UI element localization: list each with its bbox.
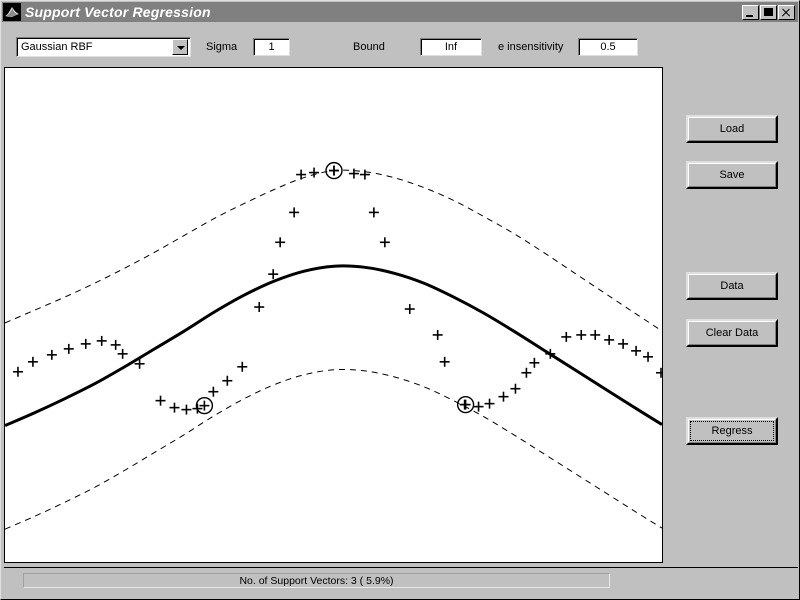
data-point-marker <box>631 345 642 356</box>
data-point-marker <box>117 348 128 359</box>
data-point-marker <box>604 334 615 345</box>
data-point-marker <box>237 361 248 372</box>
sigma-label: Sigma <box>206 41 238 53</box>
data-point-marker <box>254 302 265 313</box>
data-point-marker <box>46 349 57 360</box>
window-title: Support Vector Regression <box>25 4 211 20</box>
data-point-marker <box>27 356 38 367</box>
chevron-down-icon[interactable] <box>172 39 188 55</box>
maximize-button[interactable] <box>760 4 777 20</box>
data-button[interactable]: Data <box>686 272 778 300</box>
data-point-marker <box>656 367 662 378</box>
save-button[interactable]: Save <box>686 161 778 189</box>
data-point-marker <box>439 356 450 367</box>
data-point-marker <box>498 391 509 402</box>
data-point-marker <box>275 237 286 248</box>
bound-input[interactable]: Inf <box>420 38 482 56</box>
data-point-marker <box>404 304 415 315</box>
data-point-marker <box>484 398 495 409</box>
data-point-marker <box>296 169 307 180</box>
kernel-select[interactable]: Gaussian RBF <box>16 37 191 57</box>
data-point-marker <box>268 269 279 280</box>
matlab-membrane-icon <box>3 3 21 21</box>
data-point-marker <box>289 207 300 218</box>
sigma-input[interactable]: 1 <box>253 38 290 56</box>
load-button-label: Load <box>719 123 745 135</box>
regress-button[interactable]: Regress <box>686 417 778 445</box>
data-point-marker <box>155 395 166 406</box>
data-point-marker <box>561 331 572 342</box>
data-point-marker <box>359 169 370 180</box>
data-point-marker <box>618 338 629 349</box>
data-point-marker <box>309 167 320 178</box>
series-upper-epsilon-tube <box>5 169 662 332</box>
plot-canvas <box>5 161 662 530</box>
regress-button-label: Regress <box>711 425 753 437</box>
support-vector-marker <box>325 161 343 180</box>
clear-data-button[interactable]: Clear Data <box>686 319 778 347</box>
bound-label: Bound <box>353 41 385 53</box>
kernel-select-value: Gaussian RBF <box>21 41 93 53</box>
data-point-marker <box>169 402 180 413</box>
window-controls <box>742 4 795 20</box>
application-window: Support Vector Regression Gaussian RBF S… <box>0 0 800 600</box>
data-point-marker <box>529 357 540 368</box>
data-point-marker <box>590 329 601 340</box>
load-button[interactable]: Load <box>686 115 778 143</box>
data-point-marker <box>510 383 521 394</box>
data-point-marker <box>432 329 443 340</box>
data-point-marker <box>222 375 233 386</box>
status-divider <box>4 567 798 568</box>
data-point-marker <box>521 367 532 378</box>
data-point-marker <box>181 404 192 415</box>
regression-plot[interactable] <box>4 67 663 563</box>
data-point-marker <box>96 335 107 346</box>
data-point-marker <box>379 237 390 248</box>
data-point-marker <box>368 207 379 218</box>
data-point-marker <box>80 338 91 349</box>
series-training-data <box>12 165 662 415</box>
e-insensitivity-label: e insensitivity <box>498 41 564 53</box>
data-point-marker <box>63 343 74 354</box>
title-bar: Support Vector Regression <box>2 2 798 22</box>
data-point-marker <box>110 339 121 350</box>
data-point-marker <box>576 329 587 340</box>
series-regression <box>5 264 662 427</box>
data-point-marker <box>12 366 23 377</box>
clear-data-button-label: Clear Data <box>705 327 759 339</box>
close-button[interactable] <box>778 4 795 20</box>
minimize-button[interactable] <box>742 4 759 20</box>
status-text: No. of Support Vectors: 3 ( 5.9%) <box>239 574 394 587</box>
save-button-label: Save <box>719 169 745 181</box>
data-point-marker <box>348 168 359 179</box>
data-point-marker <box>643 351 654 362</box>
data-point-marker <box>473 401 484 412</box>
data-point-marker <box>208 386 219 397</box>
data-button-label: Data <box>720 280 744 292</box>
support-vector-marker <box>195 396 214 415</box>
e-insensitivity-input[interactable]: 0.5 <box>578 38 638 56</box>
series-lower-epsilon-tube <box>5 368 662 530</box>
status-bar: No. of Support Vectors: 3 ( 5.9%) <box>23 573 610 588</box>
